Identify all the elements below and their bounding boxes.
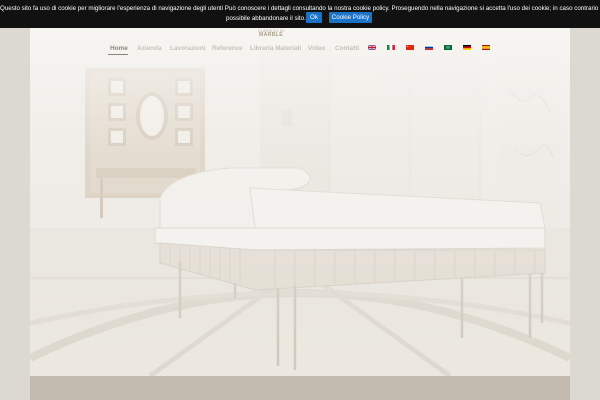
page-margin-left <box>0 28 30 400</box>
showroom-illustration <box>30 28 570 376</box>
cookie-message-continued: possibile abbandonare il sito. <box>226 15 306 22</box>
cookie-ok-button[interactable]: Ok <box>306 12 322 23</box>
china-flag-icon[interactable] <box>406 45 414 50</box>
nav-referenze[interactable]: Referenze <box>212 45 243 52</box>
spain-flag-icon[interactable] <box>482 45 490 50</box>
logo-wordmark: MARBLE <box>259 32 283 38</box>
nav-lavorazioni[interactable]: Lavorazioni <box>170 45 206 52</box>
nav-active-indicator <box>108 54 128 55</box>
footer-band <box>30 376 570 400</box>
cookie-banner: Questo sito fa uso di cookie per miglior… <box>0 0 600 28</box>
cookie-policy-button[interactable]: Cookie Policy <box>329 12 372 23</box>
nav-libreria-materiali[interactable]: Libreria Materiali <box>250 45 301 52</box>
page-margin-right <box>570 28 600 400</box>
germany-flag-icon[interactable] <box>463 45 471 50</box>
hero-image <box>30 28 570 376</box>
italy-flag-icon[interactable] <box>387 45 395 50</box>
saudi-flag-icon[interactable] <box>444 45 452 50</box>
uk-flag-icon[interactable] <box>368 45 376 50</box>
main-navigation: Home Azienda Lavorazioni Referenze Libre… <box>0 45 600 57</box>
site-logo[interactable]: CLASSICO DI MARBLE <box>254 29 288 39</box>
nav-contatti[interactable]: Contatti <box>335 45 359 52</box>
russia-flag-icon[interactable] <box>425 45 433 50</box>
nav-home[interactable]: Home <box>110 45 128 52</box>
nav-azienda[interactable]: Azienda <box>137 45 162 52</box>
cookie-message: Questo sito fa uso di cookie per miglior… <box>0 5 600 12</box>
nav-video[interactable]: Video <box>308 45 325 52</box>
